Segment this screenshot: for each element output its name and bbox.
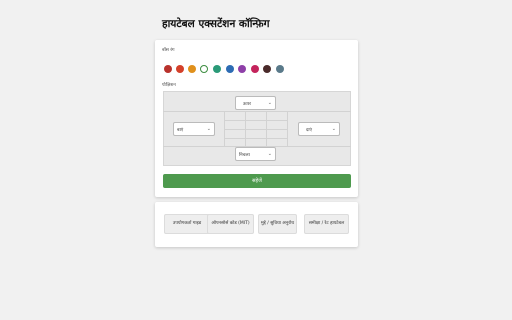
color-swatch-amber[interactable] — [188, 65, 196, 73]
position-left-select[interactable]: बाएं ⌄ — [173, 122, 215, 136]
color-swatch-slate[interactable] — [276, 65, 284, 73]
color-swatch-selected[interactable] — [200, 65, 208, 73]
position-top-value: ऊपर — [243, 102, 251, 107]
color-label: बॉस रंग — [162, 48, 175, 53]
position-left-value: बाएं — [177, 128, 184, 133]
user-guide-button[interactable]: उपयोगकर्ता गाइड — [164, 214, 210, 234]
open-source-code-button[interactable]: ओपनसोर्स कोड (MIT) — [207, 214, 254, 234]
chevron-down-icon: ⌄ — [267, 151, 272, 157]
open-source-code-label: ओपनसोर्स कोड (MIT) — [211, 220, 250, 226]
grid-line — [224, 120, 288, 121]
position-bottom-value: निचला — [239, 153, 250, 158]
color-swatch-crimson[interactable] — [251, 65, 259, 73]
color-swatch-dark-brown[interactable] — [263, 65, 271, 73]
color-swatch-purple[interactable] — [238, 65, 246, 73]
issues-feature-request-label: मुद्दे / सुविधा अनुरोध — [260, 220, 295, 226]
grid-line — [224, 129, 288, 130]
position-right-select[interactable]: दाएं ⌄ — [298, 122, 340, 136]
position-top-select[interactable]: ऊपर ⌄ — [235, 96, 276, 110]
grid-line — [163, 111, 351, 112]
chevron-down-icon: ⌄ — [206, 126, 211, 132]
page-title: हायटेबल एक्सटेंशन कॉन्फ़िग — [162, 18, 270, 30]
review-rate-label: समीक्षा / रेट हायटेबल — [308, 220, 345, 226]
review-rate-button[interactable]: समीक्षा / रेट हायटेबल — [304, 214, 349, 234]
save-button[interactable]: सहेजें — [163, 174, 351, 188]
user-guide-label: उपयोगकर्ता गाइड — [172, 220, 202, 226]
color-swatch-blue[interactable] — [226, 65, 234, 73]
color-swatch-orange-red[interactable] — [176, 65, 184, 73]
color-swatch-teal[interactable] — [213, 65, 221, 73]
grid-line — [224, 138, 288, 139]
chevron-down-icon: ⌄ — [331, 126, 336, 132]
position-right-value: दाएं — [306, 128, 313, 133]
issues-feature-request-button[interactable]: मुद्दे / सुविधा अनुरोध — [258, 214, 297, 234]
color-swatch-red[interactable] — [164, 65, 172, 73]
chevron-down-icon: ⌄ — [267, 100, 272, 106]
position-bottom-select[interactable]: निचला ⌄ — [235, 147, 276, 161]
position-label: पोज़िशन — [162, 83, 176, 88]
